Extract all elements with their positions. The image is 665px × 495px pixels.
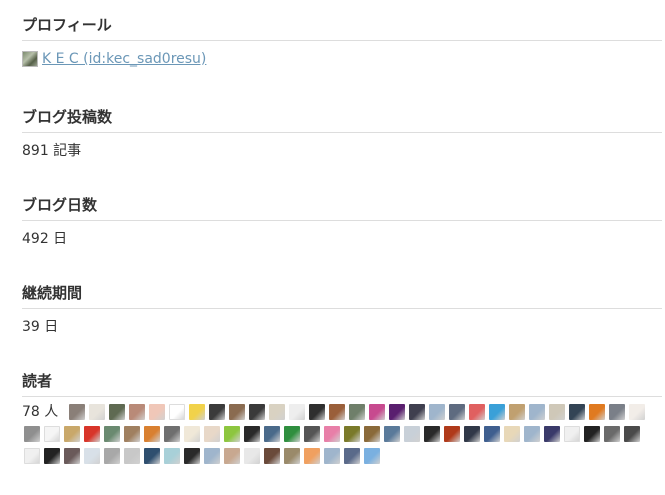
reader-avatar-icon[interactable] (588, 404, 605, 420)
reader-avatar-icon[interactable] (324, 426, 340, 442)
posts-value: 891 記事 (22, 143, 82, 159)
reader-avatar-icon[interactable] (244, 426, 260, 442)
reader-avatar-icon[interactable] (204, 448, 220, 464)
reader-avatar-icon[interactable] (164, 426, 180, 442)
reader-avatar-icon[interactable] (488, 404, 505, 420)
reader-avatar-icon[interactable] (44, 448, 60, 464)
profile-module: プロフィール K E C (id:kec_sad0resu) (22, 14, 662, 73)
reader-avatar-icon[interactable] (184, 426, 200, 442)
reader-avatar-icon[interactable] (484, 426, 500, 442)
reader-avatar-icon[interactable] (368, 404, 385, 420)
reader-avatar-icon[interactable] (384, 426, 400, 442)
profile-body: K E C (id:kec_sad0resu) (22, 41, 662, 73)
reader-avatar-icon[interactable] (604, 426, 620, 442)
reader-avatar-icon[interactable] (224, 448, 240, 464)
reader-avatar-icon[interactable] (64, 448, 80, 464)
reader-avatar-icon[interactable] (264, 448, 280, 464)
reader-avatar-icon[interactable] (164, 448, 180, 464)
posts-title: ブログ投稿数 (22, 106, 662, 133)
readers-module: 読者 78 人 (22, 370, 662, 467)
reader-avatar-icon[interactable] (308, 404, 325, 420)
duration-module: 継続期間 39 日 (22, 282, 662, 337)
reader-avatar-icon[interactable] (568, 404, 585, 420)
reader-avatar-icon[interactable] (84, 448, 100, 464)
reader-avatar-icon[interactable] (124, 426, 140, 442)
reader-avatar-icon[interactable] (84, 426, 100, 442)
profile-avatar-icon (22, 51, 38, 67)
reader-avatar-icon[interactable] (148, 404, 165, 420)
reader-avatar-icon[interactable] (124, 448, 140, 464)
reader-avatar-icon[interactable] (348, 404, 365, 420)
reader-avatar-icon[interactable] (504, 426, 520, 442)
reader-avatar-icon[interactable] (68, 404, 85, 420)
reader-avatar-icon[interactable] (628, 404, 645, 420)
readers-list: 78 人 (22, 397, 647, 467)
reader-avatar-icon[interactable] (584, 426, 600, 442)
reader-avatar-icon[interactable] (324, 448, 340, 464)
reader-avatar-icon[interactable] (328, 404, 345, 420)
reader-avatar-icon[interactable] (304, 448, 320, 464)
sidebar-modules: プロフィール K E C (id:kec_sad0resu) ブログ投稿数 89… (22, 14, 662, 467)
profile-link[interactable]: K E C (id:kec_sad0resu) (22, 49, 206, 69)
reader-avatar-icon[interactable] (44, 426, 60, 442)
reader-avatar-icon[interactable] (388, 404, 405, 420)
reader-avatar-icon[interactable] (344, 448, 360, 464)
reader-avatar-icon[interactable] (524, 426, 540, 442)
reader-avatar-icon[interactable] (268, 404, 285, 420)
reader-avatar-icon[interactable] (448, 404, 465, 420)
reader-avatar-icon[interactable] (128, 404, 145, 420)
reader-avatar-icon[interactable] (144, 448, 160, 464)
days-value: 492 日 (22, 231, 68, 247)
reader-avatar-icon[interactable] (304, 426, 320, 442)
reader-avatar-icon[interactable] (188, 404, 205, 420)
reader-avatar-icon[interactable] (184, 448, 200, 464)
reader-avatar-icon[interactable] (284, 426, 300, 442)
reader-avatar-icon[interactable] (508, 404, 525, 420)
reader-avatar-icon[interactable] (624, 426, 640, 442)
reader-avatar-icon[interactable] (284, 448, 300, 464)
reader-avatar-icon[interactable] (288, 404, 305, 420)
reader-avatar-icon[interactable] (364, 426, 380, 442)
readers-count: 78 人 (22, 404, 59, 420)
duration-title: 継続期間 (22, 282, 662, 309)
profile-name: K E C (id:kec_sad0resu) (42, 51, 207, 67)
reader-avatar-icon[interactable] (444, 426, 460, 442)
profile-title: プロフィール (22, 14, 662, 41)
reader-avatar-icon[interactable] (88, 404, 105, 420)
reader-avatar-icon[interactable] (464, 426, 480, 442)
reader-avatar-icon[interactable] (104, 426, 120, 442)
reader-avatar-icon[interactable] (364, 448, 380, 464)
reader-avatar-icon[interactable] (468, 404, 485, 420)
readers-title: 読者 (22, 370, 662, 397)
reader-avatar-icon[interactable] (424, 426, 440, 442)
reader-avatar-icon[interactable] (428, 404, 445, 420)
reader-avatar-icon[interactable] (64, 426, 80, 442)
reader-avatar-icon[interactable] (404, 426, 420, 442)
reader-avatar-icon[interactable] (408, 404, 425, 420)
reader-avatar-icon[interactable] (204, 426, 220, 442)
days-module: ブログ日数 492 日 (22, 194, 662, 249)
reader-avatar-icon[interactable] (608, 404, 625, 420)
reader-avatar-icon[interactable] (144, 426, 160, 442)
reader-avatar-icon[interactable] (248, 404, 265, 420)
reader-avatar-icon[interactable] (244, 448, 260, 464)
reader-avatar-icon[interactable] (548, 404, 565, 420)
days-title: ブログ日数 (22, 194, 662, 221)
reader-avatar-icon[interactable] (104, 448, 120, 464)
posts-module: ブログ投稿数 891 記事 (22, 106, 662, 161)
reader-avatar-icon[interactable] (224, 426, 240, 442)
reader-avatar-icon[interactable] (544, 426, 560, 442)
reader-avatar-icon[interactable] (208, 404, 225, 420)
reader-avatar-icon[interactable] (168, 404, 185, 420)
reader-avatar-icon[interactable] (24, 448, 40, 464)
duration-value: 39 日 (22, 319, 59, 335)
reader-avatar-icon[interactable] (264, 426, 280, 442)
reader-avatar-icon[interactable] (108, 404, 125, 420)
reader-avatar-icon[interactable] (564, 426, 580, 442)
reader-avatar-icon[interactable] (344, 426, 360, 442)
reader-avatar-icon[interactable] (528, 404, 545, 420)
reader-avatar-icon[interactable] (24, 426, 40, 442)
reader-avatar-icon[interactable] (228, 404, 245, 420)
